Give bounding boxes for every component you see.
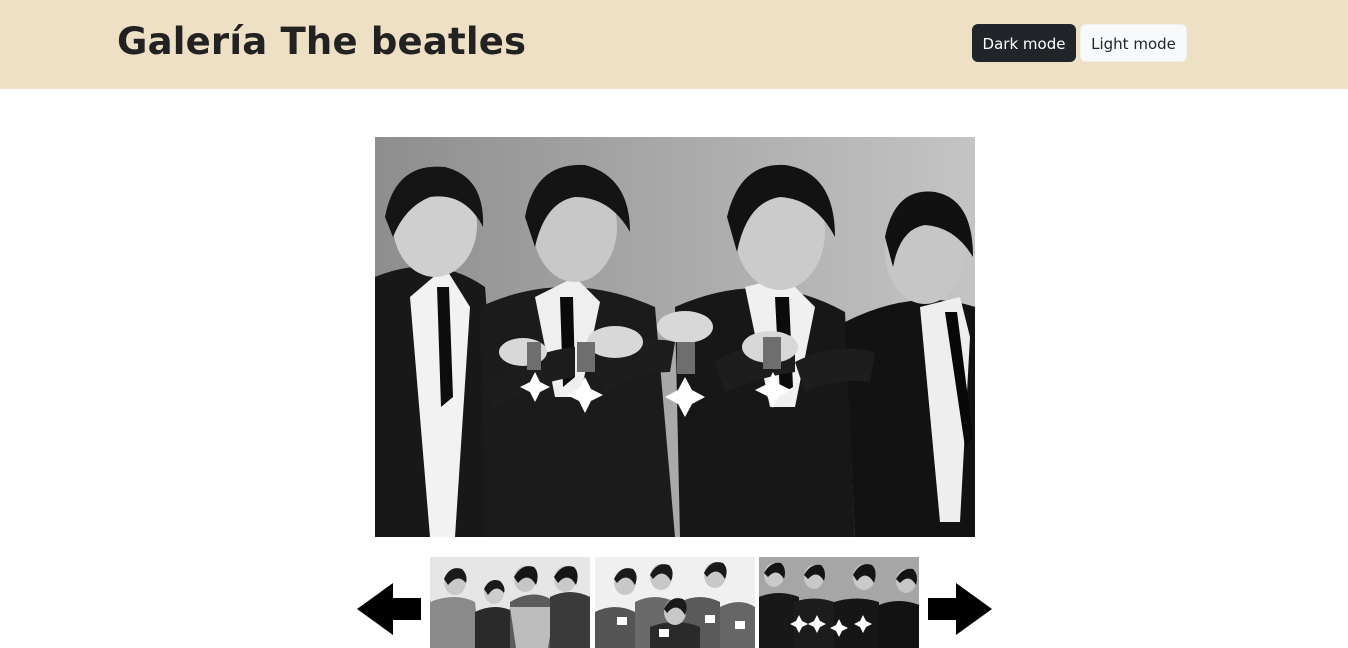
main-gallery-image	[375, 137, 975, 537]
arrow-left-icon[interactable]	[357, 583, 421, 635]
dark-mode-button[interactable]: Dark mode	[972, 24, 1076, 62]
thumbnail-2[interactable]	[595, 557, 755, 648]
page-header: Galería The beatles Dark mode Light mode	[0, 0, 1348, 89]
thumbnail-3[interactable]	[759, 557, 919, 648]
thumbnail-1[interactable]	[430, 557, 590, 648]
light-mode-button[interactable]: Light mode	[1080, 24, 1187, 62]
arrow-right-icon[interactable]	[928, 583, 992, 635]
page-title: Galería The beatles	[117, 20, 527, 63]
